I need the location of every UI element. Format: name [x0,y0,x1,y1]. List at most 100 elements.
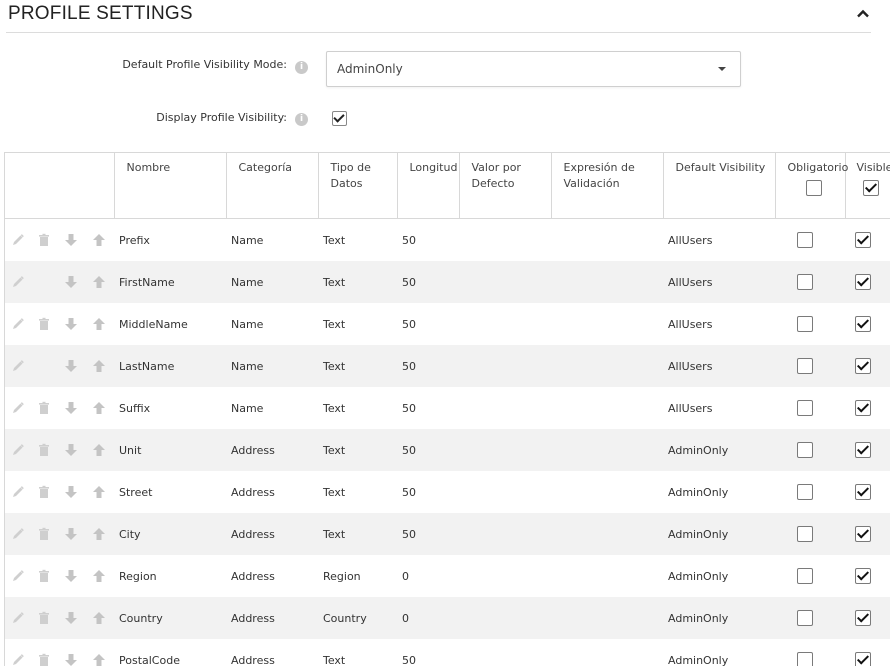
trash-icon[interactable] [37,317,51,331]
arrow-up-icon[interactable] [92,443,106,457]
cell-category: Name [226,345,318,387]
cell-default [459,597,551,639]
pencil-icon[interactable] [11,233,25,247]
visible-checkbox[interactable] [855,442,871,458]
arrow-up-icon[interactable] [92,485,106,499]
arrow-up-icon[interactable] [92,569,106,583]
arrow-up-icon[interactable] [92,359,106,373]
display-visibility-checkbox[interactable] [332,111,347,126]
required-checkbox[interactable] [797,400,813,416]
column-header-tipo[interactable]: Tipo de Datos [318,153,398,219]
arrow-down-icon[interactable] [64,485,78,499]
required-checkbox[interactable] [797,610,813,626]
pencil-icon[interactable] [11,653,25,666]
arrow-down-icon[interactable] [64,569,78,583]
chevron-up-icon[interactable] [855,6,871,22]
required-checkbox[interactable] [797,274,813,290]
cell-name: PostalCode [114,639,226,666]
profile-properties-table: Nombre Categoría Tipo de Datos Longitud V… [4,152,890,666]
pencil-icon[interactable] [11,485,25,499]
arrow-up-icon[interactable] [92,527,106,541]
pencil-icon[interactable] [11,527,25,541]
cell-category: Address [226,555,318,597]
column-header-default-visibility[interactable]: Default Visibility [663,153,776,219]
visibility-mode-select[interactable]: AdminOnly [326,51,741,87]
arrow-up-icon[interactable] [92,653,106,666]
cell-category: Name [226,218,318,261]
visible-checkbox[interactable] [855,484,871,500]
trash-icon[interactable] [37,527,51,541]
column-header-valor[interactable]: Valor por Defecto [459,153,552,219]
visible-checkbox[interactable] [855,316,871,332]
cell-type: Text [318,218,397,261]
required-checkbox[interactable] [797,484,813,500]
trash-icon[interactable] [37,653,51,666]
column-header-obligatorio: Obligatorio [775,153,848,219]
pencil-icon[interactable] [11,611,25,625]
arrow-down-icon[interactable] [64,233,78,247]
row-actions [5,261,114,303]
cell-category: Address [226,597,318,639]
pencil-icon[interactable] [11,359,25,373]
cell-visible [845,429,890,471]
arrow-down-icon[interactable] [64,443,78,457]
trash-icon[interactable] [37,401,51,415]
column-header-categoria[interactable]: Categoría [226,153,319,219]
arrow-up-icon[interactable] [92,275,106,289]
arrow-up-icon[interactable] [92,401,106,415]
required-checkbox[interactable] [797,358,813,374]
cell-required [775,218,845,261]
pencil-icon[interactable] [11,275,25,289]
info-icon[interactable]: i [295,61,308,74]
pencil-icon[interactable] [11,443,25,457]
required-checkbox[interactable] [797,316,813,332]
trash-icon[interactable] [37,233,51,247]
cell-name: City [114,513,226,555]
cell-type: Text [318,261,397,303]
visible-checkbox[interactable] [855,652,871,666]
trash-icon[interactable] [37,611,51,625]
required-checkbox[interactable] [797,232,813,248]
table-row: PostalCode Address Text 50 AdminOnly [5,639,890,666]
visible-checkbox[interactable] [855,568,871,584]
arrow-down-icon[interactable] [64,275,78,289]
visible-checkbox[interactable] [855,232,871,248]
arrow-down-icon[interactable] [64,401,78,415]
visible-checkbox[interactable] [855,358,871,374]
trash-icon[interactable] [37,443,51,457]
visible-checkbox[interactable] [855,610,871,626]
row-actions [5,555,114,597]
arrow-down-icon[interactable] [64,653,78,666]
pencil-icon[interactable] [11,317,25,331]
required-checkbox[interactable] [797,568,813,584]
trash-icon[interactable] [37,485,51,499]
arrow-up-icon[interactable] [92,611,106,625]
cell-required [775,555,845,597]
column-header-expresion[interactable]: Expresión de Validación [551,153,664,219]
arrow-up-icon[interactable] [92,233,106,247]
cell-visibility: AdminOnly [663,639,775,666]
arrow-up-icon[interactable] [92,317,106,331]
visible-checkbox[interactable] [855,526,871,542]
trash-icon[interactable] [37,569,51,583]
arrow-down-icon[interactable] [64,317,78,331]
arrow-down-icon[interactable] [64,611,78,625]
cell-name: Prefix [114,218,226,261]
column-header-nombre[interactable]: Nombre [114,153,227,219]
visible-checkbox[interactable] [855,400,871,416]
pencil-icon[interactable] [11,569,25,583]
cell-length: 50 [397,261,459,303]
pencil-icon[interactable] [11,401,25,415]
info-icon[interactable]: i [295,113,308,126]
required-checkbox[interactable] [797,526,813,542]
cell-visibility: AllUsers [663,218,775,261]
required-checkbox[interactable] [797,652,813,666]
arrow-down-icon[interactable] [64,527,78,541]
column-header-longitud[interactable]: Longitud [397,153,460,219]
required-checkbox[interactable] [797,442,813,458]
visible-all-checkbox[interactable] [862,180,879,196]
arrow-down-icon[interactable] [64,359,78,373]
required-all-checkbox[interactable] [805,180,822,196]
cell-default [459,555,551,597]
visible-checkbox[interactable] [855,274,871,290]
